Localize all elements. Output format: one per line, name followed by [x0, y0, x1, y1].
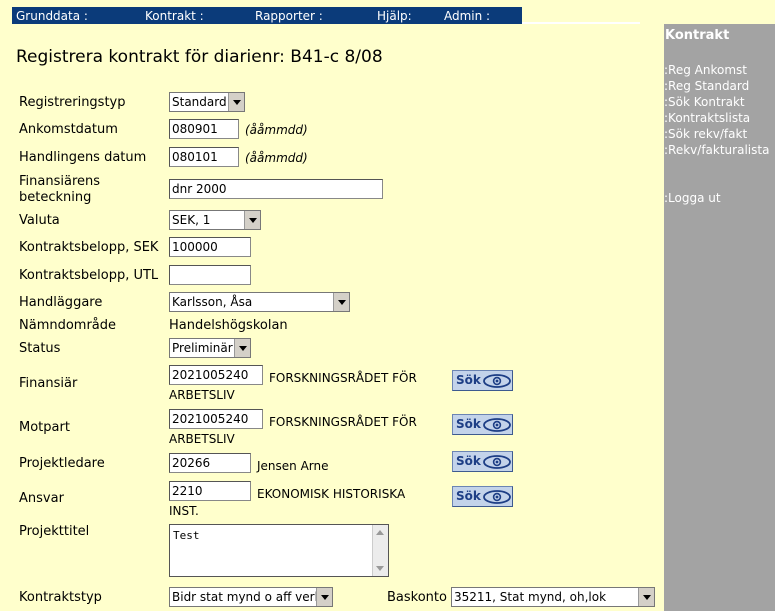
sidebar-title: Kontrakt [665, 28, 730, 43]
finansiar-search-button[interactable]: Sök [452, 370, 513, 391]
finansiar-name-line2: ARBETSLIV [169, 388, 235, 402]
label-finansiarens: Finansiärens [19, 174, 101, 189]
motpart-name-line2: ARBETSLIV [169, 432, 235, 446]
handlaggare-value: Karlsson, Åsa [172, 295, 253, 309]
label-registreringstyp: Registreringstyp [19, 95, 126, 110]
label-kontraktstyp: Kontraktstyp [19, 590, 102, 605]
ansvar-name-line1: EKONOMISK HISTORISKA [257, 487, 406, 501]
motpart-code-input[interactable]: 2021005240 [169, 409, 263, 429]
ansvar-search-button[interactable]: Sök [452, 486, 513, 507]
chevron-down-icon [228, 93, 244, 111]
kontraktsbelopp-sek-input[interactable]: 100000 [169, 237, 251, 257]
kontraktsbelopp-utl-input[interactable] [169, 265, 251, 285]
baskonto-select[interactable]: 35211, Stat mynd, oh,lok [451, 587, 655, 607]
chevron-down-icon [234, 339, 250, 357]
label-status: Status [19, 341, 61, 356]
handlingens-datum-input[interactable]: 080101 [169, 147, 239, 167]
finansiarens-beteckning-input[interactable]: dnr 2000 [169, 179, 383, 199]
top-nav-bar: Grunddata : Kontrakt : Rapporter : Hjälp… [12, 7, 522, 24]
motpart-search-button[interactable]: Sök [452, 414, 513, 435]
status-select[interactable]: Preliminär [169, 338, 251, 358]
projekttitel-value: Test [173, 529, 200, 542]
label-projekttitel: Projekttitel [19, 524, 90, 539]
eye-icon [483, 374, 511, 388]
label-baskonto: Baskonto [387, 590, 447, 605]
finansiar-name-line1: FORSKNINGSRÅDET FÖR [269, 371, 417, 385]
sidebar-item-sok-kontrakt[interactable]: :Sök Kontrakt [664, 95, 745, 109]
valuta-select[interactable]: SEK, 1 [169, 210, 261, 230]
nav-admin[interactable]: Admin : [444, 9, 490, 23]
textarea-scrollbar[interactable] [372, 525, 388, 576]
label-projektledare: Projektledare [19, 456, 105, 471]
projekttitel-textarea[interactable]: Test [169, 524, 389, 577]
search-button-label: Sök [456, 373, 481, 387]
valuta-value: SEK, 1 [172, 213, 211, 227]
registreringstyp-value: Standard [172, 95, 227, 109]
label-kontraktsbelopp-utl: Kontraktsbelopp, UTL [19, 268, 159, 283]
label-handlingens-datum: Handlingens datum [19, 150, 147, 165]
projektledare-name: Jensen Arne [257, 459, 329, 473]
ansvar-code-input[interactable]: 2210 [169, 481, 251, 501]
motpart-name-line1: FORSKNINGSRÅDET FÖR [269, 415, 417, 429]
label-motpart: Motpart [19, 420, 70, 435]
nav-rapporter[interactable]: Rapporter : [255, 9, 323, 23]
status-value: Preliminär [172, 341, 233, 355]
handlaggare-select[interactable]: Karlsson, Åsa [169, 292, 350, 312]
sidebar: Kontrakt :Reg Ankomst :Reg Standard :Sök… [664, 24, 775, 611]
kontraktstyp-select[interactable]: Bidr stat mynd o aff verk [169, 587, 333, 607]
scroll-up-icon[interactable] [376, 530, 384, 535]
sidebar-item-rekv-fakturalista[interactable]: :Rekv/fakturalista [664, 143, 769, 157]
nav-grunddata[interactable]: Grunddata : [16, 9, 88, 23]
sidebar-item-sok-rekv-fakt[interactable]: :Sök rekv/fakt [664, 127, 747, 141]
sidebar-item-reg-ankomst[interactable]: :Reg Ankomst [664, 63, 747, 77]
finansiar-code-input[interactable]: 2021005240 [169, 365, 263, 385]
search-button-label: Sök [456, 417, 481, 431]
handlingens-datum-format-hint: (ååmmdd) [245, 151, 308, 165]
label-finansiar: Finansiär [19, 376, 78, 391]
page-title: Registrera kontrakt för diarienr: B41-c … [16, 47, 383, 67]
chevron-down-icon [638, 588, 654, 606]
eye-icon [483, 455, 511, 469]
sidebar-item-reg-standard[interactable]: :Reg Standard [664, 79, 749, 93]
eye-icon [483, 490, 511, 504]
search-button-label: Sök [456, 454, 481, 468]
projektledare-search-button[interactable]: Sök [452, 451, 513, 472]
chevron-down-icon [244, 211, 260, 229]
label-kontraktsbelopp-sek: Kontraktsbelopp, SEK [19, 240, 159, 255]
baskonto-value: 35211, Stat mynd, oh,lok [454, 590, 607, 604]
label-ansvar: Ansvar [19, 491, 64, 506]
ankomstdatum-input[interactable]: 080901 [169, 119, 239, 139]
registreringstyp-select[interactable]: Standard [169, 92, 245, 112]
label-ankomstdatum: Ankomstdatum [19, 122, 118, 137]
sidebar-item-kontraktslista[interactable]: :Kontraktslista [664, 111, 750, 125]
eye-icon [483, 418, 511, 432]
label-namndomrade: Nämndområde [19, 318, 117, 333]
kontraktstyp-value: Bidr stat mynd o aff verk [172, 590, 322, 604]
chevron-down-icon [316, 588, 332, 606]
label-handlaggare: Handläggare [19, 295, 103, 310]
projektledare-code-input[interactable]: 20266 [169, 453, 251, 473]
namndomrade-value: Handelshögskolan [169, 318, 288, 333]
scroll-down-icon[interactable] [376, 566, 384, 571]
nav-underline [522, 22, 640, 24]
chevron-down-icon [333, 293, 349, 311]
ankomstdatum-format-hint: (ååmmdd) [245, 123, 308, 137]
nav-kontrakt[interactable]: Kontrakt : [145, 9, 204, 23]
search-button-label: Sök [456, 489, 481, 503]
label-beteckning: beteckning [19, 190, 92, 205]
nav-hjalp[interactable]: Hjälp: [377, 9, 412, 23]
label-valuta: Valuta [19, 213, 60, 228]
ansvar-name-line2: INST. [169, 504, 199, 518]
sidebar-item-logout[interactable]: :Logga ut [664, 191, 721, 205]
